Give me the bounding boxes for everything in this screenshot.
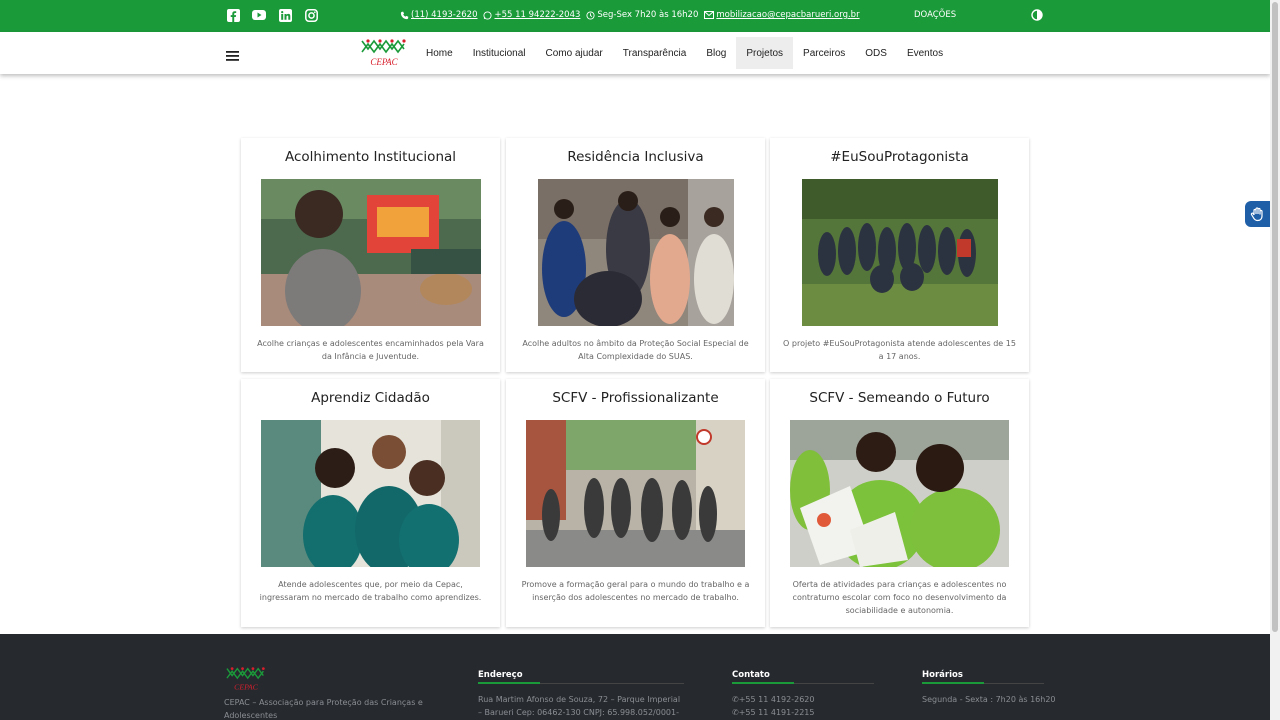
phone-link[interactable]: (11) 4193-2620 <box>400 10 477 20</box>
footer-address: Endereço Rua Martim Afonso de Souza, 72 … <box>478 670 684 720</box>
menu-icon[interactable] <box>226 47 240 61</box>
main-navbar: CEPAC Home Institucional Como ajudar Tra… <box>0 32 1270 74</box>
project-card[interactable]: #EuSouProtagonista O projeto #EuSouProta… <box>770 138 1029 372</box>
card-photo[interactable] <box>790 420 1009 567</box>
contact-info: (11) 4193-2620 +55 11 94222-2043 Seg-Sex… <box>400 10 860 20</box>
instagram-icon[interactable] <box>304 8 318 22</box>
footer-contact: Contato ✆+55 11 4192-2620 ✆+55 11 4191-2… <box>732 670 874 719</box>
page-scrollbar[interactable] <box>1270 0 1280 720</box>
clock-icon <box>586 10 595 20</box>
footer-address-text: Rua Martim Afonso de Souza, 72 – Parque … <box>478 695 681 717</box>
footer-phone-2[interactable]: ✆+55 11 4191-2215 <box>732 706 874 719</box>
nav-projetos[interactable]: Projetos <box>736 37 794 69</box>
footer-phone-1-text[interactable]: +55 11 4192-2620 <box>739 695 815 704</box>
accessibility-hand-icon[interactable] <box>1245 201 1270 227</box>
card-description: O projeto #EuSouProtagonista atende adol… <box>783 339 1016 361</box>
card-title[interactable]: Acolhimento Institucional <box>241 149 500 167</box>
email-link[interactable]: mobilizacao@cepacbarueri.org.br <box>704 10 860 20</box>
card-title[interactable]: Aprendiz Cidadão <box>241 390 500 408</box>
nav-ods[interactable]: ODS <box>855 37 897 69</box>
project-card[interactable]: SCFV - Profissionalizante Promove a form… <box>506 379 765 627</box>
linkedin-icon[interactable] <box>278 8 292 22</box>
footer-address-title: Endereço <box>478 670 684 684</box>
card-title[interactable]: Residência Inclusiva <box>506 149 765 167</box>
footer-logo[interactable]: CEPAC <box>224 666 268 692</box>
footer-phone-2-text[interactable]: +55 11 4191-2215 <box>739 708 815 717</box>
nav-institucional[interactable]: Institucional <box>463 37 536 69</box>
phone-text[interactable]: (11) 4193-2620 <box>411 10 477 20</box>
footer-logo-text: CEPAC <box>234 682 258 691</box>
site-footer: CEPAC CEPAC – Associação para Proteção d… <box>0 634 1270 720</box>
nav-eventos[interactable]: Eventos <box>897 37 953 69</box>
phone-icon <box>400 11 409 19</box>
card-description: Atende adolescentes que, por meio da Cep… <box>259 580 482 602</box>
footer-about: CEPAC CEPAC – Associação para Proteção d… <box>224 666 424 720</box>
footer-hours: Horários Segunda - Sexta : 7h20 às 16h20 <box>922 670 1056 706</box>
phone-icon: ✆ <box>732 695 739 704</box>
top-bar: (11) 4193-2620 +55 11 94222-2043 Seg-Sex… <box>0 0 1270 32</box>
youtube-icon[interactable] <box>252 8 266 22</box>
footer-hours-title: Horários <box>922 670 1044 684</box>
hours-info: Seg-Sex 7h20 às 16h20 <box>586 10 698 20</box>
nav-como-ajudar[interactable]: Como ajudar <box>536 37 613 69</box>
nav-menu: Home Institucional Como ajudar Transparê… <box>416 37 953 69</box>
hours-text: Seg-Sex 7h20 às 16h20 <box>597 10 699 20</box>
contrast-toggle-icon[interactable] <box>1031 9 1043 21</box>
nav-parceiros[interactable]: Parceiros <box>793 37 855 69</box>
project-card[interactable]: Acolhimento Institucional Acolhe criança… <box>241 138 500 372</box>
facebook-icon[interactable] <box>226 8 240 22</box>
scrollbar-thumb[interactable] <box>1272 2 1278 632</box>
project-card[interactable]: Residência Inclusiva Acolhe adultos no â… <box>506 138 765 372</box>
footer-phone-1[interactable]: ✆+55 11 4192-2620 <box>732 693 874 706</box>
card-description: Oferta de atividades para crianças e ado… <box>792 580 1007 615</box>
nav-transparencia[interactable]: Transparência <box>613 37 697 69</box>
card-description: Acolhe crianças e adolescentes encaminha… <box>257 339 484 361</box>
card-title[interactable]: SCFV - Profissionalizante <box>506 390 765 408</box>
phone-icon: ✆ <box>732 708 739 717</box>
footer-contact-title: Contato <box>732 670 874 684</box>
card-title[interactable]: SCFV - Semeando o Futuro <box>770 390 1029 408</box>
card-title[interactable]: #EuSouProtagonista <box>770 149 1029 167</box>
card-photo[interactable] <box>261 420 480 567</box>
card-description: Acolhe adultos no âmbito da Proteção Soc… <box>522 339 749 361</box>
logo-text: CEPAC <box>370 57 398 67</box>
cepac-logo[interactable]: CEPAC <box>360 38 408 68</box>
footer-hours-text: Segunda - Sexta : 7h20 às 16h20 <box>922 695 1056 704</box>
social-links <box>226 8 318 22</box>
card-photo[interactable] <box>537 179 734 326</box>
card-description: Promove a formação geral para o mundo do… <box>521 580 750 602</box>
card-photo[interactable] <box>260 179 481 326</box>
card-photo[interactable] <box>801 179 998 326</box>
footer-about-text: CEPAC – Associação para Proteção das Cri… <box>224 698 423 720</box>
envelope-icon <box>704 11 715 19</box>
email-text[interactable]: mobilizacao@cepacbarueri.org.br <box>716 10 859 20</box>
whatsapp-icon <box>483 10 493 20</box>
nav-blog[interactable]: Blog <box>696 37 736 69</box>
project-card[interactable]: SCFV - Semeando o Futuro Oferta de ativi… <box>770 379 1029 627</box>
whatsapp-link[interactable]: +55 11 94222-2043 <box>483 10 580 20</box>
donate-link[interactable]: DOAÇÕES <box>914 10 956 20</box>
whatsapp-text[interactable]: +55 11 94222-2043 <box>494 10 580 20</box>
card-photo[interactable] <box>526 420 745 567</box>
nav-home[interactable]: Home <box>416 37 463 69</box>
project-card[interactable]: Aprendiz Cidadão Atende adolescentes que… <box>241 379 500 627</box>
